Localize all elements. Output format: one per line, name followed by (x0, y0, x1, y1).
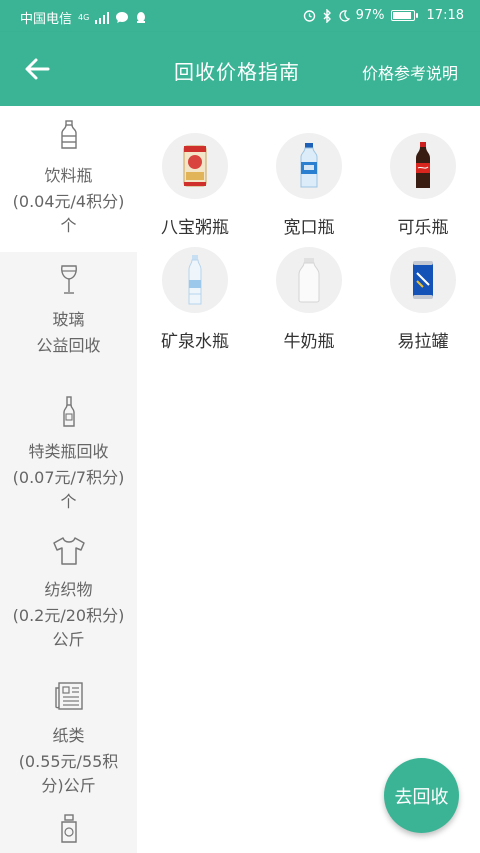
sidebar-item-label: 饮料瓶 (44, 166, 93, 185)
item-label: 矿泉水瓶 (161, 332, 229, 352)
alarm-icon (303, 10, 315, 22)
network-text: 4G (78, 13, 90, 22)
message-icon (116, 12, 129, 23)
sidebar-item-paper[interactable]: 纸类 (0.55元/55积分)公斤 (0, 670, 137, 810)
item-mineral-water-bottle[interactable]: 矿泉水瓶 (140, 247, 250, 352)
sidebar-item-label: 特类瓶回收 (28, 442, 109, 461)
sidebar-item-label: 玻璃 (52, 310, 85, 329)
item-label: 八宝粥瓶 (161, 218, 229, 238)
sidebar-item-beverage-bottle[interactable]: 饮料瓶 (0.04元/4积分)个 (0, 106, 137, 252)
sidebar-item-price: (0.2元/20积分)公斤 (12, 606, 125, 649)
clock-text: 17:18 (426, 8, 464, 23)
sidebar-item-price: (0.07元/7积分)个 (12, 468, 125, 511)
wine-glass-icon (60, 265, 77, 294)
sidebar-item-glass[interactable]: 玻璃 公益回收 (0, 252, 137, 382)
go-recycle-button[interactable]: 去回收 (384, 758, 459, 833)
item-milk-bottle[interactable]: 牛奶瓶 (254, 247, 364, 352)
battery-percent: 97% (355, 8, 385, 23)
bottle-icon (60, 120, 77, 149)
item-cola-bottle[interactable]: 可乐瓶 (368, 133, 478, 238)
milk-bottle-icon (298, 258, 320, 303)
wide-mouth-bottle-icon (300, 143, 318, 188)
item-image-circle (390, 247, 456, 313)
tshirt-icon (52, 537, 85, 565)
soda-can-icon (413, 261, 433, 299)
wine-bottle-icon (62, 396, 75, 427)
item-soda-can[interactable]: 易拉罐 (368, 247, 478, 352)
item-porridge-bottle[interactable]: 八宝粥瓶 (140, 133, 250, 238)
sidebar-item-price: (0.04元/4积分)个 (12, 192, 125, 235)
sidebar-item-partial[interactable] (0, 810, 137, 850)
water-bottle-icon (188, 255, 202, 305)
item-label: 牛奶瓶 (283, 332, 335, 352)
sidebar-item-textile[interactable]: 纺织物 (0.2元/20积分)公斤 (0, 524, 137, 670)
sidebar-item-label: 纸类 (52, 726, 85, 745)
item-wide-mouth-bottle[interactable]: 宽口瓶 (254, 133, 364, 238)
sidebar-item-special-bottle[interactable]: 特类瓶回收 (0.07元/7积分)个 (0, 382, 137, 524)
item-image-circle (162, 133, 228, 199)
detergent-bottle-icon (60, 814, 77, 843)
item-image-circle (162, 247, 228, 313)
category-sidebar: 饮料瓶 (0.04元/4积分)个 玻璃 公益回收 特类瓶回收 (0.07元/7积… (0, 106, 137, 853)
sidebar-item-price: (0.55元/55积分)公斤 (18, 752, 119, 795)
item-image-circle (390, 133, 456, 199)
back-arrow-icon (25, 58, 50, 80)
cola-bottle-icon (416, 142, 430, 188)
item-grid: 八宝粥瓶 宽口瓶 可乐瓶 矿泉水瓶 牛奶瓶 易拉罐 (137, 106, 480, 853)
back-button[interactable] (20, 52, 54, 86)
sidebar-item-label: 纺织物 (44, 580, 93, 599)
item-label: 易拉罐 (397, 332, 449, 352)
newspaper-icon (54, 682, 83, 710)
status-left: 中国电信 4G (20, 8, 147, 27)
qq-icon (137, 11, 146, 23)
item-label: 宽口瓶 (283, 218, 335, 238)
status-bar: 中国电信 4G 97% 17:18 (0, 0, 480, 32)
battery-icon (390, 10, 418, 21)
moon-icon (339, 9, 350, 22)
price-explanation-button[interactable]: 价格参考说明 (362, 60, 458, 84)
item-image-circle (276, 133, 342, 199)
porridge-can-icon (183, 145, 207, 187)
bluetooth-icon (323, 8, 331, 23)
sidebar-item-price: 公益回收 (36, 336, 101, 355)
page-title: 回收价格指南 (174, 60, 300, 84)
item-label: 可乐瓶 (397, 218, 449, 238)
signal-icon (95, 11, 110, 24)
carrier-text: 中国电信 (20, 12, 73, 27)
app-bar: 回收价格指南 价格参考说明 (0, 32, 480, 106)
status-right: 97% 17:18 (303, 8, 464, 23)
item-image-circle (276, 247, 342, 313)
